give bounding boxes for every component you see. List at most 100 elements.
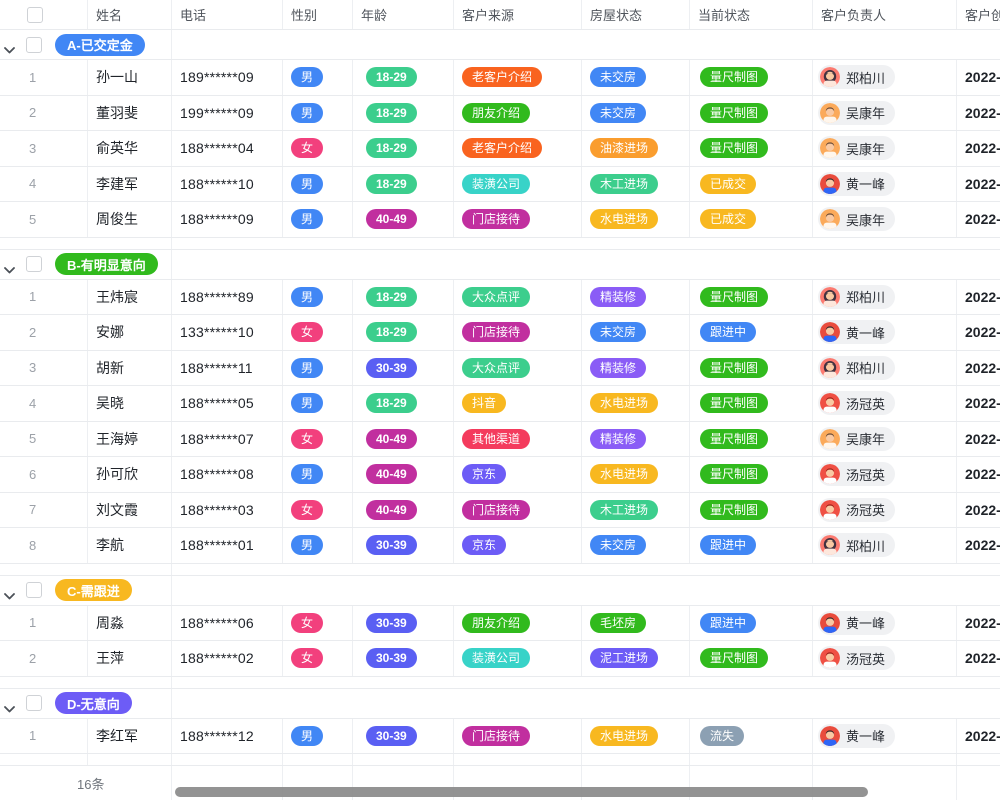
chevron-down-icon[interactable] <box>4 593 15 600</box>
current-status-cell[interactable]: 量尺制图 <box>690 60 813 95</box>
row-index-cell[interactable]: 5 <box>16 422 88 457</box>
row-index-cell[interactable]: 3 <box>16 131 88 166</box>
created-date-cell[interactable]: 2022- <box>957 422 1000 457</box>
created-date-cell[interactable]: 2022- <box>957 280 1000 315</box>
name-cell[interactable]: 王萍 <box>88 641 172 676</box>
current-status-cell[interactable]: 量尺制图 <box>690 280 813 315</box>
owner-cell[interactable]: 郑柏川 <box>813 60 957 95</box>
row-index-cell[interactable]: 2 <box>16 315 88 350</box>
house-status-cell[interactable]: 水电进场 <box>582 719 690 754</box>
name-cell[interactable]: 孙可欣 <box>88 457 172 492</box>
owner-cell[interactable]: 黄一峰 <box>813 719 957 754</box>
name-cell[interactable]: 李红军 <box>88 719 172 754</box>
source-cell[interactable]: 朋友介绍 <box>454 606 582 641</box>
gender-cell[interactable]: 男 <box>283 96 353 131</box>
row-index-cell[interactable]: 2 <box>16 641 88 676</box>
created-date-cell[interactable]: 2022- <box>957 719 1000 754</box>
created-date-cell[interactable]: 2022- <box>957 96 1000 131</box>
source-cell[interactable]: 门店接待 <box>454 493 582 528</box>
house-status-cell[interactable]: 精装修 <box>582 351 690 386</box>
source-cell[interactable]: 门店接待 <box>454 315 582 350</box>
horizontal-scrollbar[interactable] <box>175 787 868 797</box>
group-checkbox[interactable] <box>26 695 42 711</box>
owner-cell[interactable]: 郑柏川 <box>813 528 957 563</box>
source-cell[interactable]: 装潢公司 <box>454 641 582 676</box>
age-cell[interactable]: 30-39 <box>353 606 454 641</box>
column-header-3[interactable]: 年龄 <box>353 0 454 29</box>
group-title-cell[interactable]: A-已交定金 <box>16 30 172 59</box>
row-index-cell[interactable]: 7 <box>16 493 88 528</box>
column-header-8[interactable]: 客户创建时间 <box>957 0 1000 29</box>
created-date-cell[interactable]: 2022- <box>957 351 1000 386</box>
group-checkbox[interactable] <box>26 256 42 272</box>
gender-cell[interactable]: 男 <box>283 528 353 563</box>
age-cell[interactable]: 30-39 <box>353 719 454 754</box>
row-index-cell[interactable]: 8 <box>16 528 88 563</box>
phone-cell[interactable]: 188******04 <box>172 131 283 166</box>
house-status-cell[interactable]: 精装修 <box>582 422 690 457</box>
phone-cell[interactable]: 188******10 <box>172 167 283 202</box>
name-cell[interactable]: 刘文霞 <box>88 493 172 528</box>
row-index-cell[interactable]: 4 <box>16 386 88 421</box>
owner-cell[interactable]: 吴康年 <box>813 422 957 457</box>
owner-cell[interactable]: 吴康年 <box>813 202 957 237</box>
chevron-down-icon[interactable] <box>4 47 15 54</box>
current-status-cell[interactable]: 量尺制图 <box>690 96 813 131</box>
owner-cell[interactable]: 郑柏川 <box>813 280 957 315</box>
name-cell[interactable]: 董羽斐 <box>88 96 172 131</box>
column-header-7[interactable]: 客户负责人 <box>813 0 957 29</box>
phone-cell[interactable]: 188******05 <box>172 386 283 421</box>
age-cell[interactable]: 40-49 <box>353 493 454 528</box>
owner-cell[interactable]: 汤冠英 <box>813 493 957 528</box>
house-status-cell[interactable]: 木工进场 <box>582 167 690 202</box>
gender-cell[interactable]: 女 <box>283 422 353 457</box>
row-index-cell[interactable]: 2 <box>16 96 88 131</box>
column-header-6[interactable]: 当前状态 <box>690 0 813 29</box>
current-status-cell[interactable]: 已成交 <box>690 167 813 202</box>
phone-cell[interactable]: 188******01 <box>172 528 283 563</box>
name-cell[interactable]: 周淼 <box>88 606 172 641</box>
source-cell[interactable]: 门店接待 <box>454 719 582 754</box>
owner-cell[interactable]: 黄一峰 <box>813 315 957 350</box>
row-index-cell[interactable]: 1 <box>16 60 88 95</box>
row-index-cell[interactable]: 1 <box>16 606 88 641</box>
phone-cell[interactable]: 188******06 <box>172 606 283 641</box>
age-cell[interactable]: 30-39 <box>353 641 454 676</box>
gender-cell[interactable]: 女 <box>283 606 353 641</box>
name-cell[interactable]: 李航 <box>88 528 172 563</box>
column-header-1[interactable]: 电话 <box>172 0 283 29</box>
phone-cell[interactable]: 188******02 <box>172 641 283 676</box>
group-checkbox[interactable] <box>26 582 42 598</box>
owner-cell[interactable]: 黄一峰 <box>813 167 957 202</box>
row-index-cell[interactable]: 3 <box>16 351 88 386</box>
gender-cell[interactable]: 男 <box>283 167 353 202</box>
created-date-cell[interactable]: 2022- <box>957 641 1000 676</box>
created-date-cell[interactable]: 2022- <box>957 167 1000 202</box>
age-cell[interactable]: 30-39 <box>353 528 454 563</box>
house-status-cell[interactable]: 未交房 <box>582 315 690 350</box>
name-cell[interactable]: 李建军 <box>88 167 172 202</box>
row-index-cell[interactable]: 1 <box>16 719 88 754</box>
group-title-cell[interactable]: B-有明显意向 <box>16 250 172 279</box>
created-date-cell[interactable]: 2022- <box>957 457 1000 492</box>
created-date-cell[interactable]: 2022- <box>957 60 1000 95</box>
gender-cell[interactable]: 男 <box>283 457 353 492</box>
owner-cell[interactable]: 汤冠英 <box>813 641 957 676</box>
owner-cell[interactable]: 汤冠英 <box>813 386 957 421</box>
age-cell[interactable]: 18-29 <box>353 96 454 131</box>
row-index-cell[interactable]: 6 <box>16 457 88 492</box>
current-status-cell[interactable]: 跟进中 <box>690 315 813 350</box>
house-status-cell[interactable]: 精装修 <box>582 280 690 315</box>
name-cell[interactable]: 俞英华 <box>88 131 172 166</box>
source-cell[interactable]: 其他渠道 <box>454 422 582 457</box>
source-cell[interactable]: 大众点评 <box>454 351 582 386</box>
phone-cell[interactable]: 188******07 <box>172 422 283 457</box>
source-cell[interactable]: 抖音 <box>454 386 582 421</box>
house-status-cell[interactable]: 未交房 <box>582 96 690 131</box>
age-cell[interactable]: 40-49 <box>353 457 454 492</box>
house-status-cell[interactable]: 水电进场 <box>582 386 690 421</box>
phone-cell[interactable]: 188******09 <box>172 202 283 237</box>
house-status-cell[interactable]: 木工进场 <box>582 493 690 528</box>
gender-cell[interactable]: 男 <box>283 202 353 237</box>
gender-cell[interactable]: 女 <box>283 493 353 528</box>
